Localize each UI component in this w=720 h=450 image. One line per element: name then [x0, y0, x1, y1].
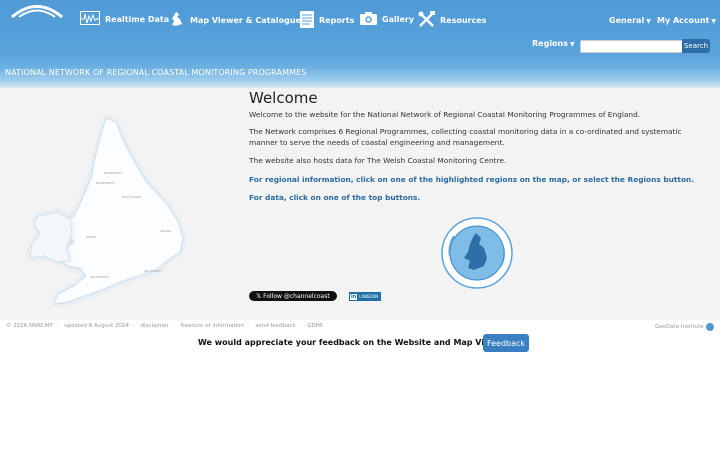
- region-label: WALES: [86, 235, 96, 239]
- my-account-menu[interactable]: My Account ▼: [657, 16, 716, 25]
- region-label: NORTHEAST: [104, 171, 122, 175]
- network-paragraph: The Network comprises 6 Regional Program…: [249, 127, 682, 147]
- nav-label: Resources: [440, 16, 487, 25]
- follow-label: Follow @channelcoast: [263, 292, 330, 300]
- nav-label: Realtime Data: [105, 14, 170, 24]
- page-title: Welcome: [249, 89, 318, 107]
- header-bar: Realtime Data Map Viewer & Catalogue Rep…: [0, 0, 720, 88]
- welsh-paragraph: The website also hosts data for The Wels…: [249, 156, 507, 165]
- document-icon: [300, 11, 314, 30]
- regions-label: Regions: [532, 39, 569, 48]
- footer-foi-link[interactable]: freedom of information: [180, 323, 244, 329]
- my-account-label: My Account: [657, 16, 710, 25]
- linkedin-button[interactable]: in LINKEDIN: [349, 292, 381, 301]
- site-logo[interactable]: [10, 2, 64, 18]
- general-label: General: [609, 16, 645, 25]
- region-label: EAST RIDING: [122, 195, 142, 199]
- footer-links: © 2026 NNRCMP · updated 8 August 2024 · di…: [6, 323, 323, 329]
- nav-reports[interactable]: Reports: [300, 11, 354, 30]
- nav-label: Gallery: [382, 14, 415, 24]
- chevron-down-icon: ▼: [570, 41, 575, 48]
- footer-feedback-link[interactable]: send feedback: [256, 323, 296, 329]
- region-label: SOUTHEAST: [144, 269, 162, 273]
- wales-shape: [29, 211, 73, 263]
- waveform-icon: [80, 11, 100, 27]
- linkedin-label: LINKEDIN: [359, 294, 379, 299]
- search-button[interactable]: Search: [682, 39, 710, 53]
- nav-map-viewer[interactable]: Map Viewer & Catalogue: [169, 11, 301, 29]
- footer-gdpr-link[interactable]: GDPR: [307, 323, 323, 329]
- general-menu[interactable]: General ▼: [609, 16, 651, 25]
- site-title: NATIONAL NETWORK OF REGIONAL COASTAL MON…: [5, 68, 307, 77]
- region-label: SOUTHWEST: [90, 275, 109, 279]
- feedback-button[interactable]: Feedback: [483, 334, 529, 352]
- chevron-down-icon: ▼: [711, 18, 716, 25]
- regions-menu[interactable]: Regions ▼: [532, 39, 575, 48]
- nav-realtime-data[interactable]: Realtime Data: [80, 11, 169, 27]
- nav-gallery[interactable]: Gallery: [360, 11, 414, 27]
- tools-icon: [418, 11, 435, 30]
- footer-updated: updated 8 August 2024: [64, 323, 130, 329]
- footer-copyright: © 2026 NNRCMP: [6, 323, 53, 329]
- nav-label: Reports: [319, 16, 355, 25]
- footer-disclaimer-link[interactable]: disclaimer: [141, 323, 169, 329]
- england-wales-map[interactable]: NORTHEAST NORTHWEST EAST RIDING WALES AN…: [18, 110, 190, 310]
- regions-info-link[interactable]: For regional information, click on one o…: [249, 175, 709, 186]
- camera-icon: [360, 11, 377, 27]
- nav-resources[interactable]: Resources: [418, 11, 486, 30]
- region-label: NORTHWEST: [96, 181, 115, 185]
- chevron-down-icon: ▼: [646, 18, 651, 25]
- linkedin-icon: in: [350, 293, 358, 300]
- data-info-link[interactable]: For data, click on one of the top button…: [249, 193, 709, 204]
- geodata-credit[interactable]: GeoData Institute: [655, 323, 714, 331]
- map-icon: [169, 11, 185, 29]
- england-shape: [53, 117, 184, 305]
- twitter-follow-button[interactable]: 𝕏 Follow @channelcoast: [249, 291, 337, 301]
- nnrcmp-seal-logo: [441, 217, 513, 289]
- geodata-label: GeoData Institute: [655, 324, 704, 330]
- region-label: ANGLIA: [160, 229, 172, 233]
- search-input[interactable]: [580, 40, 689, 53]
- nav-label: Map Viewer & Catalogue: [190, 15, 301, 25]
- x-logo-icon: 𝕏: [256, 292, 262, 300]
- feedback-prompt: We would appreciate your feedback on the…: [198, 338, 507, 347]
- intro-paragraph: Welcome to the website for the National …: [249, 110, 641, 119]
- geodata-logo-icon: [705, 323, 714, 331]
